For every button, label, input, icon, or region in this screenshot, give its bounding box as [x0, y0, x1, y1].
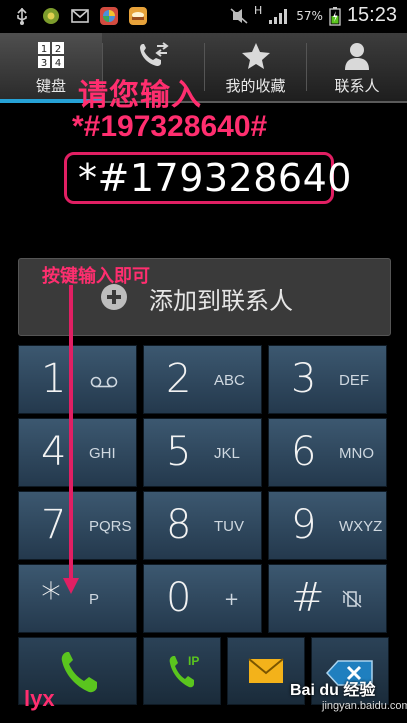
network-type: H	[253, 4, 263, 17]
food-app-icon	[129, 7, 147, 25]
key-digit: 4	[41, 429, 67, 475]
mute-vibrate-icon	[230, 7, 248, 24]
key-digit: 8	[166, 502, 192, 548]
key-digit: 1	[41, 356, 67, 402]
system-status: H 57% 15:23	[230, 4, 397, 27]
key-1[interactable]: 1	[18, 345, 137, 414]
add-to-contacts-label: 添加到联系人	[149, 287, 293, 315]
ip-call-button[interactable]: IP	[143, 637, 221, 705]
usb-icon	[17, 7, 27, 25]
key-letters: +	[224, 589, 240, 610]
svg-text:1: 1	[41, 44, 47, 55]
key-letters: ABC	[214, 372, 245, 389]
star-icon	[241, 43, 270, 69]
key-4[interactable]: 4 GHI	[18, 418, 137, 487]
vibrate-mute-icon	[342, 590, 362, 608]
key-digit: *	[41, 575, 61, 621]
key-9[interactable]: 9 WXYZ	[268, 491, 387, 560]
tab-label: 联系人	[334, 77, 380, 95]
tab-label: 我的收藏	[225, 77, 286, 95]
key-digit: 9	[291, 502, 317, 548]
phone-call-icon	[61, 652, 97, 693]
phone-dialer-screen: H 57% 15:23 1 2 3 4 键盘 我的收藏 联系人 请您输入 *#1…	[0, 0, 407, 723]
notification-icons	[12, 6, 148, 26]
key-5[interactable]: 5 JKL	[143, 418, 262, 487]
tab-favorites[interactable]: 我的收藏	[205, 33, 306, 101]
key-8[interactable]: 8 TUV	[143, 491, 262, 560]
keypad-icon: 1 2 3 4	[38, 42, 64, 69]
call-log-icon	[139, 42, 169, 66]
key-letters: PQRS	[89, 518, 132, 535]
voicemail-icon	[90, 376, 118, 388]
annotation-arrow-shaft	[69, 285, 73, 585]
key-digit: #	[291, 575, 325, 621]
key-letters: WXYZ	[339, 518, 383, 535]
key-digit: 2	[166, 356, 192, 402]
dialer-tab-bar: 1 2 3 4 键盘 我的收藏 联系人	[0, 33, 407, 103]
status-bar: H 57% 15:23	[0, 0, 407, 33]
baidu-watermark: Bai du 经验	[290, 682, 376, 699]
tab-contacts[interactable]: 联系人	[307, 33, 407, 101]
key-letters: TUV	[214, 518, 244, 535]
battery-charging-icon	[329, 6, 341, 26]
key-letters: GHI	[89, 445, 116, 462]
author-watermark: lyx	[24, 686, 55, 711]
key-0[interactable]: 0 +	[143, 564, 262, 633]
key-digit: 5	[166, 429, 192, 475]
key-letters: JKL	[214, 445, 240, 462]
svg-text:3: 3	[41, 58, 47, 69]
person-icon	[345, 43, 369, 70]
key-7[interactable]: 7 PQRS	[18, 491, 137, 560]
baidu-url-watermark: jingyan.baidu.com	[322, 700, 407, 712]
key-star[interactable]: * P	[18, 564, 137, 633]
key-digit: 7	[41, 502, 67, 548]
signal-icon	[269, 8, 288, 24]
annotation-code: *#197328640#	[72, 110, 268, 143]
key-2[interactable]: 2 ABC	[143, 345, 262, 414]
key-letters: P	[89, 591, 100, 608]
key-letters: DEF	[339, 372, 369, 389]
key-digit: 6	[291, 429, 317, 475]
key-digit: 0	[166, 575, 192, 621]
dial-number-field[interactable]: *#179328640	[78, 156, 352, 200]
annotation-hint: 按键输入即可	[42, 266, 150, 287]
mail-icon	[71, 9, 89, 23]
key-hash[interactable]: #	[268, 564, 387, 633]
key-6[interactable]: 6 MNO	[268, 418, 387, 487]
ip-label: IP	[188, 654, 200, 668]
annotation-title: 请您输入	[78, 78, 202, 113]
chrome-like-icon	[100, 7, 118, 25]
app-icon	[43, 8, 59, 24]
battery-percent: 57%	[296, 8, 323, 23]
annotation-arrow-head	[63, 578, 79, 594]
key-letters: MNO	[339, 445, 374, 462]
svg-text:2: 2	[55, 44, 61, 55]
key-3[interactable]: 3 DEF	[268, 345, 387, 414]
envelope-icon	[248, 658, 284, 683]
key-digit: 3	[291, 356, 317, 402]
clock: 15:23	[346, 4, 397, 26]
svg-text:4: 4	[55, 58, 61, 69]
